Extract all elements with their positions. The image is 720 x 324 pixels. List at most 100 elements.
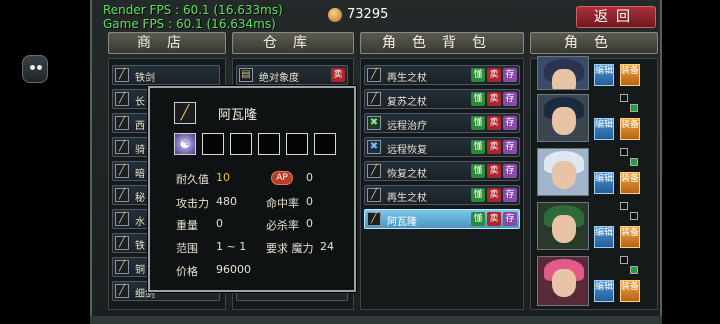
equip-slot-indicator	[630, 266, 638, 274]
attack-label: 攻击力	[176, 197, 209, 210]
role-equip-button[interactable]: 装备	[620, 226, 640, 248]
render-fps-overlay: Render FPS : 60.1 (16.633ms)	[103, 3, 283, 17]
role-edit-button[interactable]: 编辑	[594, 172, 614, 194]
sell-button[interactable]: 卖	[487, 92, 501, 106]
sword-icon: ╱	[115, 68, 129, 82]
portrait-face	[552, 107, 576, 135]
sword-icon: ╱	[115, 116, 129, 130]
store-button[interactable]: 存	[503, 212, 517, 226]
sword-icon: ╱	[115, 236, 129, 250]
requirement-label: 要求 魔力	[266, 242, 314, 255]
socket-slot[interactable]	[286, 133, 308, 155]
item-detail-popup: ╱ 阿瓦隆 ☯ 耐久值 10 AP 0 攻击力 480 命中率 0 重量 0 必…	[148, 86, 356, 292]
bag-item[interactable]: ╱ 恢复之杖 懂 卖 存	[364, 161, 520, 181]
sword-icon: ╱	[115, 92, 129, 106]
hit-value: 0	[306, 195, 313, 208]
sell-button[interactable]: 卖	[487, 212, 501, 226]
sword-icon: ╱	[115, 140, 129, 154]
equip-button[interactable]: 懂	[471, 92, 485, 106]
portrait-face	[552, 161, 576, 189]
range-value: 1 ~ 1	[216, 240, 247, 253]
floating-assistant-icon[interactable]	[22, 55, 48, 83]
store-button[interactable]: 存	[503, 140, 517, 154]
ap-badge: AP	[271, 171, 293, 185]
sword-icon: ╱	[115, 212, 129, 226]
sell-button[interactable]: 卖	[487, 164, 501, 178]
requirement-value: 24	[320, 240, 334, 253]
crit-label: 必杀率	[266, 219, 299, 232]
bottom-border	[90, 316, 662, 324]
heal-spell-icon: ✖	[367, 116, 381, 130]
header-shop[interactable]: 商店	[108, 32, 226, 54]
portrait-face	[552, 269, 576, 297]
portrait-face	[552, 215, 576, 243]
socket-slot[interactable]	[202, 133, 224, 155]
equip-button[interactable]: 懂	[471, 140, 485, 154]
store-button[interactable]: 存	[503, 188, 517, 202]
role-equip-button[interactable]: 装备	[620, 280, 640, 302]
role-edit-button[interactable]: 编辑	[594, 226, 614, 248]
back-button[interactable]: 返回	[576, 6, 656, 28]
hit-label: 命中率	[266, 197, 299, 210]
equip-slot-indicator	[630, 104, 638, 112]
bag-item[interactable]: ╱ 再生之杖 懂 卖 存	[364, 65, 520, 85]
store-button[interactable]: 存	[503, 68, 517, 82]
equip-slot-indicator	[630, 212, 638, 220]
sell-button[interactable]: 卖	[487, 68, 501, 82]
cape-icon: ▤	[239, 68, 253, 82]
header-warehouse[interactable]: 仓库	[232, 32, 354, 54]
gem-icon: ☯	[174, 133, 196, 155]
sell-button[interactable]: 卖	[331, 68, 345, 82]
durability-label: 耐久值	[176, 173, 209, 186]
role-equip-button[interactable]: 装备	[620, 118, 640, 140]
sword-icon: ╱	[115, 188, 129, 202]
shop-item[interactable]: ╱ 铁剑	[112, 65, 220, 85]
role-equip-button[interactable]: 装备	[620, 172, 640, 194]
character-portrait[interactable]	[537, 94, 589, 142]
sword-icon: ╱	[115, 260, 129, 274]
gold-amount: 73295	[347, 7, 389, 22]
sword-icon: ╱	[115, 284, 129, 298]
equip-button[interactable]: 懂	[471, 212, 485, 226]
staff-icon: ╱	[367, 68, 381, 82]
staff-icon: ╱	[367, 164, 381, 178]
equip-button[interactable]: 懂	[471, 164, 485, 178]
socket-slot[interactable]	[230, 133, 252, 155]
socket-slot[interactable]	[314, 133, 336, 155]
socket-slot[interactable]	[258, 133, 280, 155]
store-button[interactable]: 存	[503, 116, 517, 130]
equip-slot-indicator	[620, 256, 628, 264]
equip-button[interactable]: 懂	[471, 68, 485, 82]
character-portrait[interactable]	[537, 56, 589, 90]
bag-item[interactable]: ╱ 再生之杖 懂 卖 存	[364, 185, 520, 205]
header-bag[interactable]: 角色背包	[360, 32, 524, 54]
bag-item[interactable]: ✖ 远程恢复 懂 卖 存	[364, 137, 520, 157]
eye-right	[37, 65, 42, 70]
role-edit-button[interactable]: 编辑	[594, 280, 614, 302]
sell-button[interactable]: 卖	[487, 188, 501, 202]
character-portrait[interactable]	[537, 256, 589, 306]
store-button[interactable]: 存	[503, 92, 517, 106]
crit-value: 0	[306, 217, 313, 230]
bag-item-selected[interactable]: ╱ 阿瓦隆 懂 卖 存	[364, 209, 520, 229]
equip-button[interactable]: 懂	[471, 188, 485, 202]
bag-item[interactable]: ✖ 远程治疗 懂 卖 存	[364, 113, 520, 133]
restore-spell-icon: ✖	[367, 140, 381, 154]
ap-value: 0	[306, 171, 313, 184]
store-button[interactable]: 存	[503, 164, 517, 178]
role-edit-button[interactable]: 编辑	[594, 64, 614, 86]
role-equip-button[interactable]: 装备	[620, 64, 640, 86]
sell-button[interactable]: 卖	[487, 116, 501, 130]
role-edit-button[interactable]: 编辑	[594, 118, 614, 140]
character-portrait[interactable]	[537, 148, 589, 196]
game-fps-overlay: Game FPS : 60.1 (16.634ms)	[103, 17, 276, 31]
character-portrait[interactable]	[537, 202, 589, 250]
bag-item[interactable]: ╱ 复苏之杖 懂 卖 存	[364, 89, 520, 109]
header-roles[interactable]: 角色	[530, 32, 658, 54]
weight-value: 0	[216, 217, 223, 230]
equip-slot-indicator	[630, 158, 638, 166]
warehouse-item[interactable]: ▤ 绝对象度 卖	[236, 65, 348, 85]
equip-button[interactable]: 懂	[471, 116, 485, 130]
sell-button[interactable]: 卖	[487, 140, 501, 154]
staff-icon: ╱	[367, 188, 381, 202]
